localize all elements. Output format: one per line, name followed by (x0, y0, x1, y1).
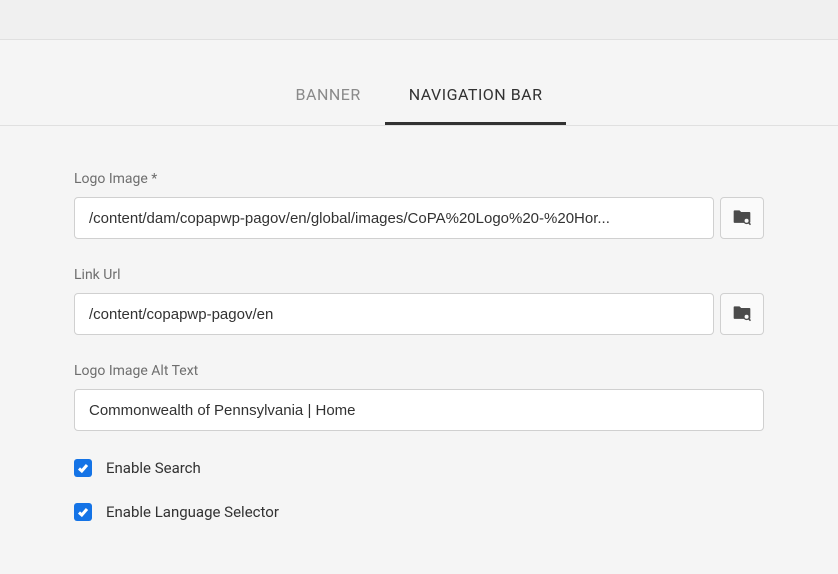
logo-image-input[interactable] (74, 197, 714, 239)
logo-image-browse-button[interactable] (720, 197, 764, 239)
folder-search-icon (732, 303, 752, 326)
enable-search-checkbox[interactable] (74, 459, 92, 477)
enable-language-row: Enable Language Selector (74, 503, 764, 521)
alt-text-label: Logo Image Alt Text (74, 363, 764, 379)
enable-language-label: Enable Language Selector (106, 503, 279, 521)
logo-image-label: Logo Image * (74, 171, 764, 187)
tabs-container: BANNER NAVIGATION BAR (0, 40, 838, 126)
link-url-input[interactable] (74, 293, 714, 335)
check-icon (77, 503, 89, 522)
link-url-browse-button[interactable] (720, 293, 764, 335)
enable-language-checkbox[interactable] (74, 503, 92, 521)
tab-navigation-bar[interactable]: NAVIGATION BAR (385, 67, 567, 125)
alt-text-field-group: Logo Image Alt Text (74, 363, 764, 431)
form-panel: Logo Image * Link Url Logo Image Alt Tex… (0, 126, 838, 521)
folder-search-icon (732, 207, 752, 230)
top-header-bar (0, 0, 838, 40)
link-url-label: Link Url (74, 267, 764, 283)
enable-search-label: Enable Search (106, 459, 201, 477)
link-url-field-group: Link Url (74, 267, 764, 335)
alt-text-input[interactable] (74, 389, 764, 431)
logo-image-field-group: Logo Image * (74, 171, 764, 239)
check-icon (77, 459, 89, 478)
tab-banner[interactable]: BANNER (272, 67, 385, 125)
enable-search-row: Enable Search (74, 459, 764, 477)
